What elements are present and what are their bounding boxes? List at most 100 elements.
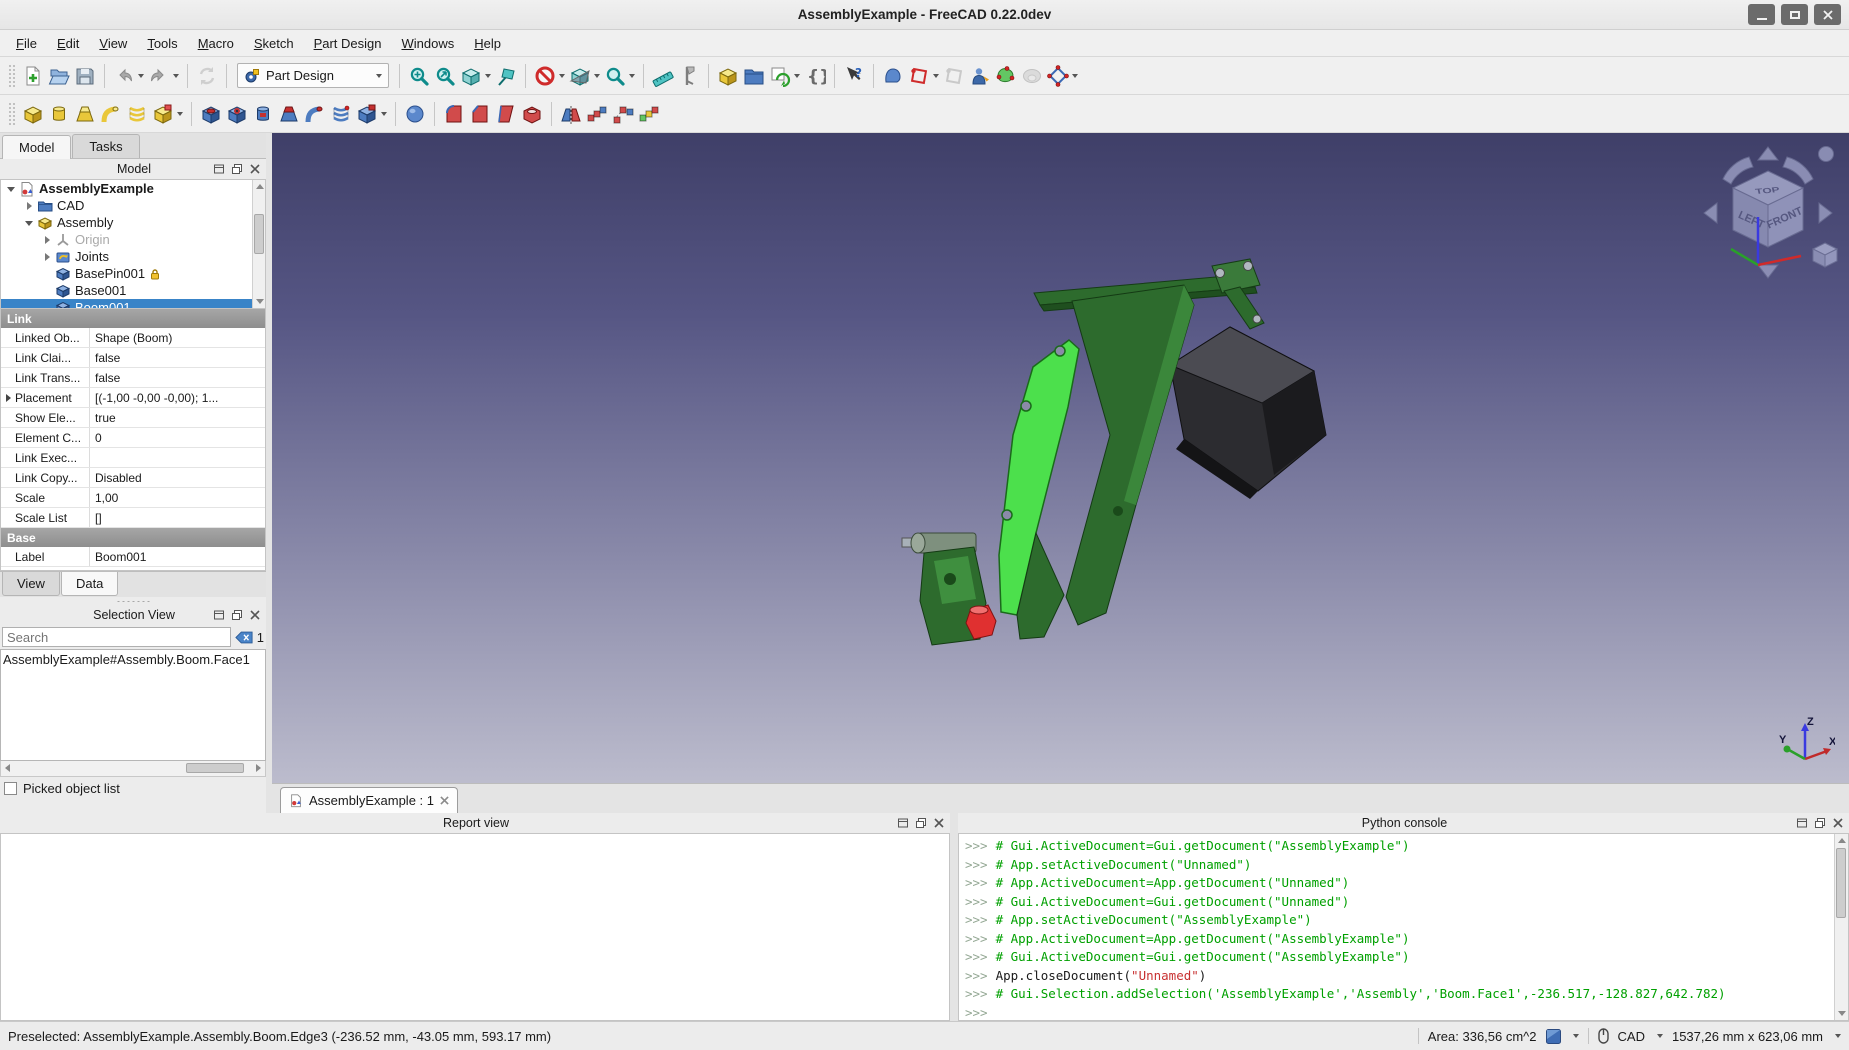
console-scrollbar[interactable] (1834, 834, 1848, 1020)
selection-list-item[interactable]: AssemblyExample#Assembly.Boom.Face1 (1, 650, 265, 669)
python-console-content[interactable]: >>># Gui.ActiveDocument=Gui.getDocument(… (958, 833, 1849, 1021)
report-view-content[interactable] (0, 833, 950, 1021)
view-clipping-button[interactable] (567, 63, 602, 89)
property-row-show-ele-[interactable]: Show Ele...true (1, 408, 265, 428)
tree-item-assemblyexample[interactable]: AssemblyExample (1, 180, 265, 197)
subtractive-loft-button[interactable] (276, 101, 302, 127)
whats-this-button[interactable]: ? (841, 63, 867, 89)
tree-expander-icon[interactable] (43, 235, 53, 245)
subtractive-helix-button[interactable] (328, 101, 354, 127)
view-axonometric-button[interactable] (458, 63, 493, 89)
panel-dock-button[interactable] (212, 608, 226, 622)
sketch-create-button[interactable] (906, 63, 941, 89)
sketch-edit-button[interactable] (941, 63, 967, 89)
draw-style-button[interactable] (532, 63, 567, 89)
picked-object-checkbox[interactable] (4, 782, 17, 795)
property-row-label[interactable]: LabelBoom001 (1, 547, 265, 567)
close-button[interactable] (1814, 4, 1841, 25)
menu-help[interactable]: Help (464, 33, 511, 54)
property-editor[interactable]: LinkLinked Ob...Shape (Boom)Link Clai...… (0, 309, 266, 571)
workbench-selector[interactable]: Part Design (237, 63, 389, 88)
dock-splitter-handle[interactable] (0, 597, 266, 605)
additive-pipe-button[interactable] (98, 101, 124, 127)
console-scrollbar-thumb[interactable] (1836, 848, 1846, 918)
panel-float-button[interactable] (914, 816, 928, 830)
menu-tools[interactable]: Tools (137, 33, 187, 54)
zoom-selection-button[interactable] (432, 63, 458, 89)
selection-color-icon[interactable] (1546, 1029, 1561, 1044)
view-zoom-button[interactable] (602, 63, 637, 89)
measure-distance-button[interactable] (650, 63, 676, 89)
open-document-button[interactable] (46, 63, 72, 89)
fillet-button[interactable] (441, 101, 467, 127)
hscrollbar-thumb[interactable] (186, 763, 244, 773)
selection-hscrollbar[interactable] (0, 761, 266, 777)
panel-dock-button[interactable] (212, 162, 226, 176)
scroll-right-icon[interactable] (256, 764, 261, 772)
draft-button[interactable] (493, 101, 519, 127)
chamfer-button[interactable] (467, 101, 493, 127)
3d-model[interactable] (272, 133, 1849, 783)
tab-tasks[interactable]: Tasks (72, 134, 139, 158)
panel-float-button[interactable] (230, 162, 244, 176)
tree-item-cad[interactable]: CAD (1, 197, 265, 214)
sketch-map-button[interactable] (993, 63, 1019, 89)
thickness-button[interactable] (519, 101, 545, 127)
chevron-down-icon[interactable] (1835, 1034, 1841, 1038)
tree-expander-icon[interactable] (25, 218, 35, 228)
view-sync-button[interactable] (493, 63, 519, 89)
additive-loft-button[interactable] (72, 101, 98, 127)
sketch-attach-button[interactable] (967, 63, 993, 89)
tree-expander-icon[interactable] (43, 252, 53, 262)
navigation-cube[interactable]: TOP LEFT FRONT (1693, 137, 1843, 287)
panel-close-button[interactable] (248, 162, 262, 176)
sketch-validate-button[interactable] (1045, 63, 1080, 89)
panel-float-button[interactable] (1813, 816, 1827, 830)
tree-item-base001[interactable]: Base001 (1, 282, 265, 299)
group-create-button[interactable] (741, 63, 767, 89)
tab-model[interactable]: Model (2, 135, 71, 159)
tree-scrollbar-thumb[interactable] (254, 214, 264, 254)
nav-cube-mini-cube[interactable] (1813, 243, 1837, 267)
property-row-link-trans-[interactable]: Link Trans...false (1, 368, 265, 388)
property-row-linked-ob-[interactable]: Linked Ob...Shape (Boom) (1, 328, 265, 348)
zoom-fit-button[interactable] (406, 63, 432, 89)
chevron-down-icon[interactable] (1657, 1034, 1663, 1038)
scroll-down-icon[interactable] (256, 299, 264, 304)
new-document-button[interactable] (20, 63, 46, 89)
property-row-placement[interactable]: Placement[(-1,00 -0,00 -0,00); 1... (1, 388, 265, 408)
panel-dock-button[interactable] (1795, 816, 1809, 830)
menu-edit[interactable]: Edit (47, 33, 89, 54)
toolbar-grip[interactable] (8, 64, 16, 88)
tree-item-joints[interactable]: Joints (1, 248, 265, 265)
bottom-dock-splitter[interactable] (950, 813, 958, 1021)
chevron-down-icon[interactable] (1573, 1034, 1579, 1038)
property-group-link[interactable]: Link (1, 309, 265, 328)
hole-button[interactable] (224, 101, 250, 127)
panel-close-button[interactable] (248, 608, 262, 622)
additive-helix-button[interactable] (124, 101, 150, 127)
property-row-link-exec-[interactable]: Link Exec... (1, 448, 265, 468)
menu-sketch[interactable]: Sketch (244, 33, 304, 54)
property-row-link-clai-[interactable]: Link Clai...false (1, 348, 265, 368)
pocket-button[interactable] (198, 101, 224, 127)
tree-scrollbar[interactable] (252, 180, 265, 308)
sketch-reorient-button[interactable] (1019, 63, 1045, 89)
model-tree[interactable]: AssemblyExampleCADAssemblyOriginJoints Ba… (0, 179, 266, 309)
make-link-button[interactable] (767, 63, 802, 89)
tree-item-origin[interactable]: Origin (1, 231, 265, 248)
menu-macro[interactable]: Macro (188, 33, 244, 54)
property-row-scale-list[interactable]: Scale List[] (1, 508, 265, 528)
panel-dock-button[interactable] (896, 816, 910, 830)
refresh-button[interactable] (194, 63, 220, 89)
panel-close-button[interactable] (932, 816, 946, 830)
multitransform-button[interactable] (636, 101, 662, 127)
property-row-scale[interactable]: Scale1,00 (1, 488, 265, 508)
menu-part-design[interactable]: Part Design (304, 33, 392, 54)
polar-pattern-button[interactable] (610, 101, 636, 127)
subtractive-pipe-button[interactable] (302, 101, 328, 127)
panel-close-button[interactable] (1831, 816, 1845, 830)
tree-item-assembly[interactable]: Assembly (1, 214, 265, 231)
property-row-element-c-[interactable]: Element C...0 (1, 428, 265, 448)
menu-windows[interactable]: Windows (392, 33, 465, 54)
